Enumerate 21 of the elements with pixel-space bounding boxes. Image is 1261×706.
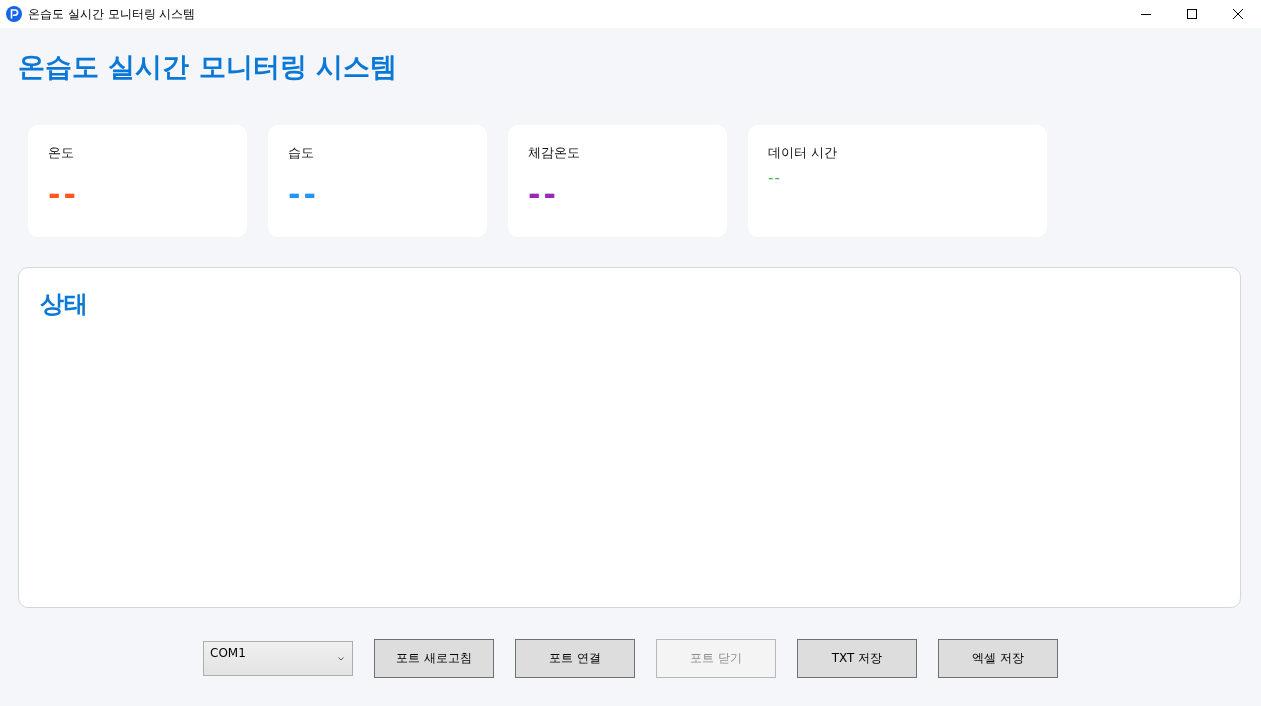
card-value: -- <box>288 177 319 213</box>
status-title: 상태 <box>40 289 88 319</box>
card-value: -- <box>768 168 781 188</box>
port-select[interactable]: COM1 <box>203 641 353 676</box>
chevron-down-icon <box>338 657 344 661</box>
maximize-icon <box>1187 9 1197 19</box>
card-label: 데이터 시간 <box>768 145 838 161</box>
card-value: -- <box>528 177 559 213</box>
action-button[interactable]: 포트 새로고침 <box>374 639 494 678</box>
card-value: -- <box>48 177 79 213</box>
action-button[interactable]: 엑셀 저장 <box>938 639 1058 678</box>
page-heading: 온습도 실시간 모니터링 시스템 <box>18 50 398 84</box>
app-logo-icon <box>6 6 22 22</box>
card-label: 체감온도 <box>528 145 580 161</box>
card-label: 온도 <box>48 145 74 161</box>
action-button[interactable]: TXT 저장 <box>797 639 917 678</box>
minimize-icon <box>1141 13 1151 15</box>
close-icon <box>1233 9 1243 19</box>
card-label: 습도 <box>288 145 314 161</box>
window-title: 온습도 실시간 모니터링 시스템 <box>28 5 196 23</box>
action-button[interactable]: 포트 연결 <box>515 639 635 678</box>
